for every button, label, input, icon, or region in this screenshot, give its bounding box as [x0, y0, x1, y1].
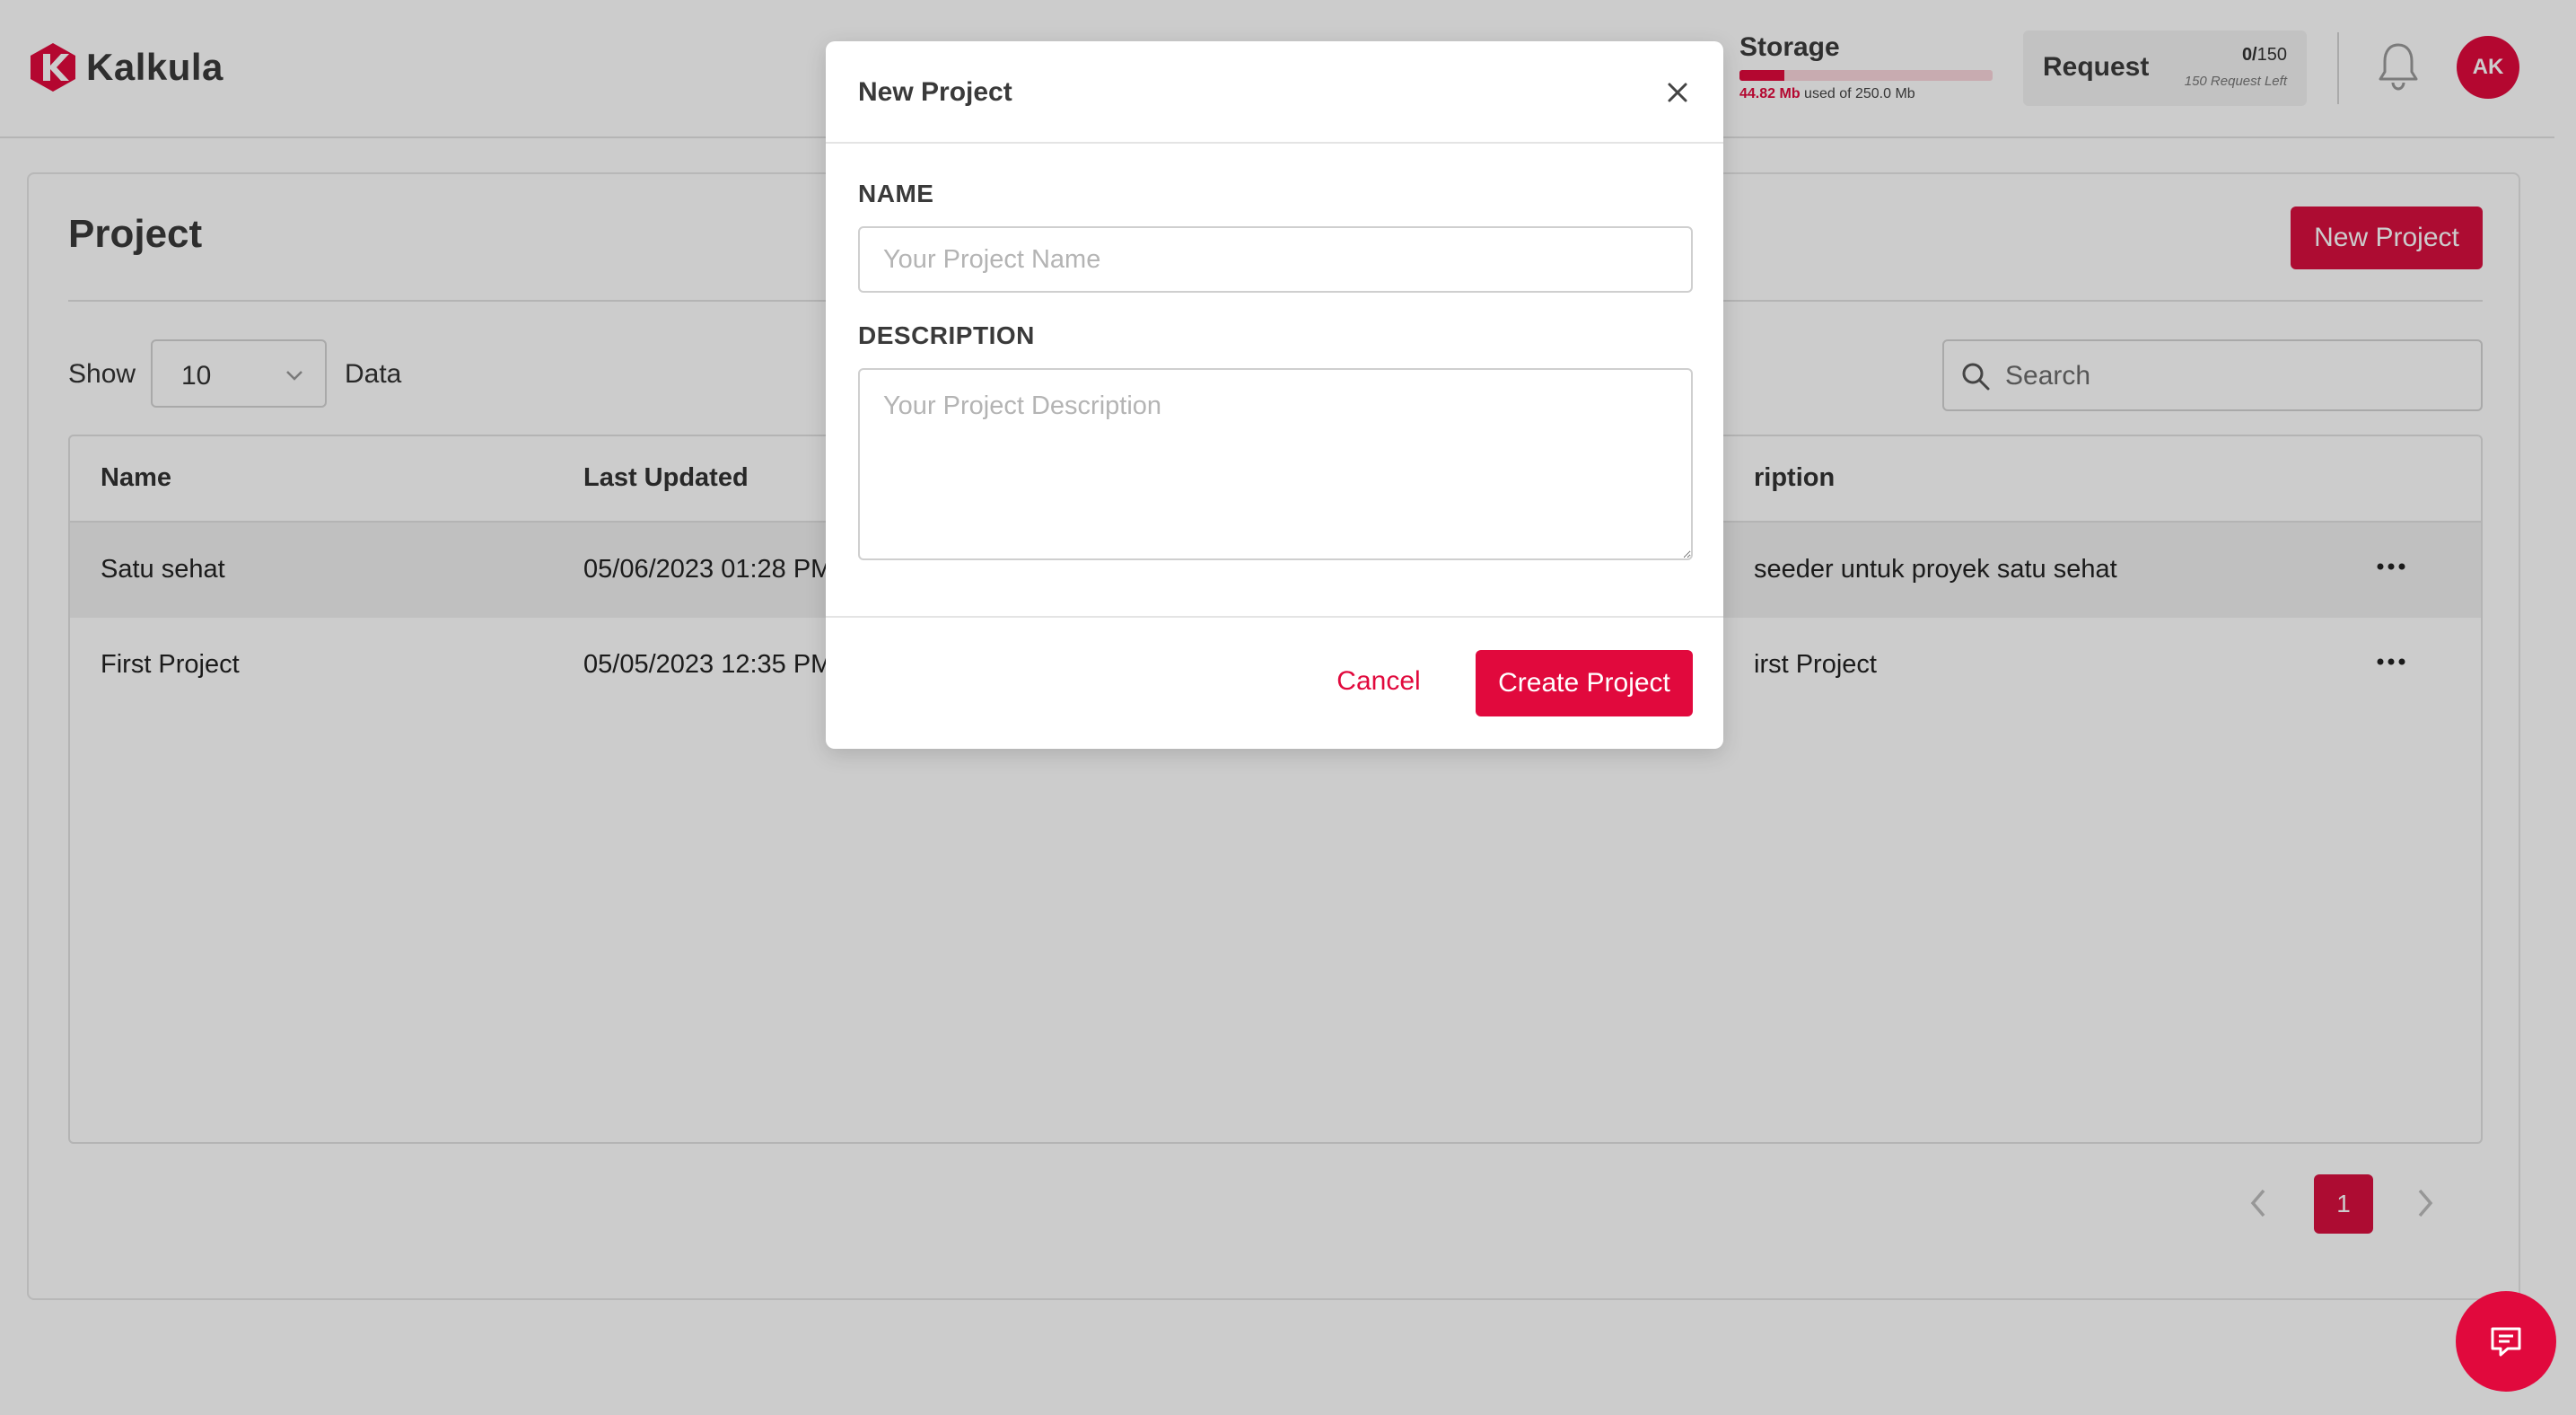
chat-icon — [2491, 1327, 2521, 1357]
project-description-input[interactable] — [858, 368, 1693, 560]
description-label: DESCRIPTION — [858, 321, 1035, 349]
modal-footer-divider — [826, 616, 1723, 618]
modal-header-divider — [826, 142, 1723, 144]
app-root: Kalkula Storage 44.82 Mb used of 250.0 M… — [0, 0, 2576, 1415]
modal-title: New Project — [858, 77, 1012, 107]
cancel-button[interactable]: Cancel — [1325, 650, 1433, 713]
close-icon[interactable] — [1664, 79, 1691, 106]
new-project-modal: New Project NAME DESCRIPTION Cancel Crea… — [826, 41, 1723, 749]
project-name-input[interactable] — [858, 226, 1693, 293]
create-project-button[interactable]: Create Project — [1476, 650, 1693, 716]
name-label: NAME — [858, 180, 934, 207]
chat-button[interactable] — [2456, 1291, 2556, 1392]
